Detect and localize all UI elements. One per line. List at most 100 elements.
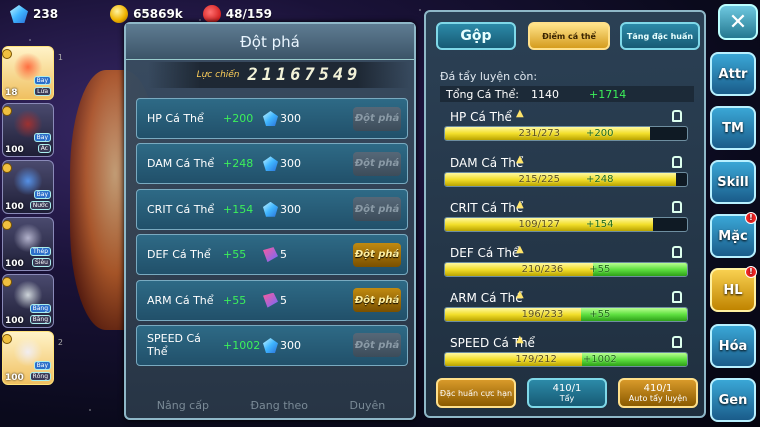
total-stats-label: Tổng Cá Thể: xyxy=(446,87,519,101)
combat-power: Lực chiến 21167549 xyxy=(148,62,410,88)
side-menu-label: HL xyxy=(723,282,743,298)
cost-value: 300 xyxy=(280,112,301,125)
breakthrough-button[interactable]: Đột phá xyxy=(353,333,401,358)
stat-bar-row: DEF Cá Thể ▲ 210/236 +55 xyxy=(440,242,694,286)
ticket-icon xyxy=(263,247,278,263)
side-menu-label: Hóa xyxy=(718,338,748,354)
gold-counter: 65869k xyxy=(110,5,183,23)
side-menu-tm-button[interactable]: TM xyxy=(710,106,756,150)
team-slot[interactable]: 100 Băng Băng xyxy=(2,274,54,328)
total-stats-value: 1140 xyxy=(530,87,559,101)
cost-value: 5 xyxy=(280,248,287,262)
cost-value: 300 xyxy=(280,202,301,216)
footer-bond-tab[interactable]: Duyên xyxy=(350,399,386,412)
side-menu-label: Attr xyxy=(718,66,748,82)
side-menu-hóa-button[interactable]: Hóa xyxy=(710,324,756,368)
team-slot[interactable]: 100 Bay Rồng 2 xyxy=(2,331,63,385)
auto-wash-count: 410/1 xyxy=(643,383,673,394)
tab-special-training[interactable]: Tăng đặc huấn xyxy=(620,22,700,50)
monster-type-1: Băng xyxy=(29,304,51,313)
side-menu-gen-button[interactable]: Gen xyxy=(710,378,756,422)
stat-bar-row: ARM Cá Thể ▲ 196/233 +55 xyxy=(440,287,694,331)
stat-label: DAM Cá Thể xyxy=(450,156,524,170)
monster-type-1: Bay xyxy=(33,76,51,85)
gem-icon xyxy=(263,337,278,353)
cost-value: 300 xyxy=(280,157,301,171)
up-arrow-icon: ▲ xyxy=(516,154,524,165)
footer-following-tab[interactable]: Đang theo xyxy=(251,399,309,412)
gem-icon xyxy=(263,156,278,172)
close-button[interactable]: ✕ xyxy=(718,4,758,40)
side-menu-attr-button[interactable]: Attr xyxy=(710,52,756,96)
side-menu-label: Skill xyxy=(717,174,749,190)
training-actions: Đặc huấn cực hạn 410/1 Tẩy 410/1 Auto tẩ… xyxy=(436,378,698,408)
stat-progress-bar: 210/236 +55 xyxy=(444,262,688,277)
stat-gain: +200 xyxy=(223,112,254,125)
breakthrough-button[interactable]: Đột phá xyxy=(353,197,401,222)
stat-progress-text: 109/127 xyxy=(518,219,561,230)
lock-icon[interactable] xyxy=(672,291,682,303)
stat-bar-row: SPEED Cá Thể ▲ 179/212 +1002 xyxy=(440,332,694,376)
auto-wash-button[interactable]: 410/1 Auto tẩy luyện xyxy=(618,378,698,408)
breakthrough-button[interactable]: Đột phá xyxy=(353,151,401,176)
stat-name: CRIT Cá Thể xyxy=(147,202,215,216)
lock-icon[interactable] xyxy=(672,156,682,168)
monster-type-2: Lửa xyxy=(34,87,51,96)
lock-icon[interactable] xyxy=(672,336,682,348)
gem-icon xyxy=(263,111,278,126)
side-menu-skill-button[interactable]: Skill xyxy=(710,160,756,204)
breakthrough-row: ARM Cá Thể +55 5 Đột phá xyxy=(136,279,408,321)
gold-value: 65869k xyxy=(133,7,183,21)
gold-coin-icon xyxy=(110,5,129,23)
special-training-button[interactable]: Đặc huấn cực hạn xyxy=(436,378,516,408)
footer-upgrade-tab[interactable]: Nâng cấp xyxy=(157,399,209,412)
team-slot[interactable]: 100 Bay Ác xyxy=(2,103,54,157)
monster-type-2: Băng xyxy=(29,315,51,324)
monster-type-1: Bay xyxy=(33,190,51,199)
team-slot[interactable]: 100 Bay Nước xyxy=(2,160,54,214)
stat-progress-gain: +200 xyxy=(586,128,614,139)
stat-progress-bar: 231/273 +200 xyxy=(444,126,688,141)
lock-icon[interactable] xyxy=(672,110,682,122)
team-slot[interactable]: 100 Thép Siêu xyxy=(2,217,54,271)
stat-label: ARM Cá Thể xyxy=(450,291,523,305)
side-menu-mặc-button[interactable]: Mặc! xyxy=(710,212,757,258)
gem-counter: 238 xyxy=(10,5,58,23)
tab-individual-points[interactable]: Điểm cá thể xyxy=(528,22,610,50)
monster-type-2: Ác xyxy=(37,144,51,153)
side-menu-label: Mặc xyxy=(718,228,748,244)
stat-progress-gain: +55 xyxy=(589,264,611,275)
side-menu-hl-button[interactable]: HL! xyxy=(710,266,757,312)
rank-icon xyxy=(2,220,12,230)
tab-merge[interactable]: Gộp xyxy=(436,22,516,50)
fruit-icon xyxy=(202,5,221,23)
rank-icon xyxy=(2,277,12,287)
side-menu-label: Gen xyxy=(718,392,748,408)
monster-type-2: Siêu xyxy=(32,258,51,267)
stat-name: HP Cá Thể xyxy=(147,112,204,125)
lock-icon[interactable] xyxy=(672,246,682,258)
fruit-counter: 48/159 xyxy=(202,5,272,23)
cost: 5 xyxy=(263,247,343,263)
stat-name: DAM Cá Thể xyxy=(147,157,215,171)
total-stats-gain: +1714 xyxy=(588,87,627,101)
stat-progress-text: 179/212 xyxy=(515,354,557,365)
up-arrow-icon: ▲ xyxy=(516,289,524,300)
wash-button[interactable]: 410/1 Tẩy xyxy=(527,378,607,408)
breakthrough-button[interactable]: Đột phá xyxy=(353,288,401,313)
stat-name: ARM Cá Thể xyxy=(147,293,214,307)
stat-progress-bar: 179/212 +1002 xyxy=(444,352,688,367)
breakthrough-button[interactable]: Đột phá xyxy=(353,242,401,267)
breakthrough-button[interactable]: Đột phá xyxy=(353,106,401,131)
gem-value: 238 xyxy=(33,7,59,21)
slot-number: 1 xyxy=(57,53,63,62)
stat-progress-text: 210/236 xyxy=(521,264,564,275)
gem-icon xyxy=(263,201,278,217)
up-arrow-icon: ▲ xyxy=(516,244,524,255)
stat-bar-row: DAM Cá Thể ▲ 215/225 +248 xyxy=(440,152,694,196)
monster-type-2: Rồng xyxy=(29,372,51,381)
stat-progress-text: 231/273 xyxy=(518,128,561,139)
lock-icon[interactable] xyxy=(672,201,682,213)
team-slot[interactable]: 18 Bay Lửa 1 xyxy=(2,46,63,100)
stat-label: DEF Cá Thể xyxy=(450,246,520,260)
